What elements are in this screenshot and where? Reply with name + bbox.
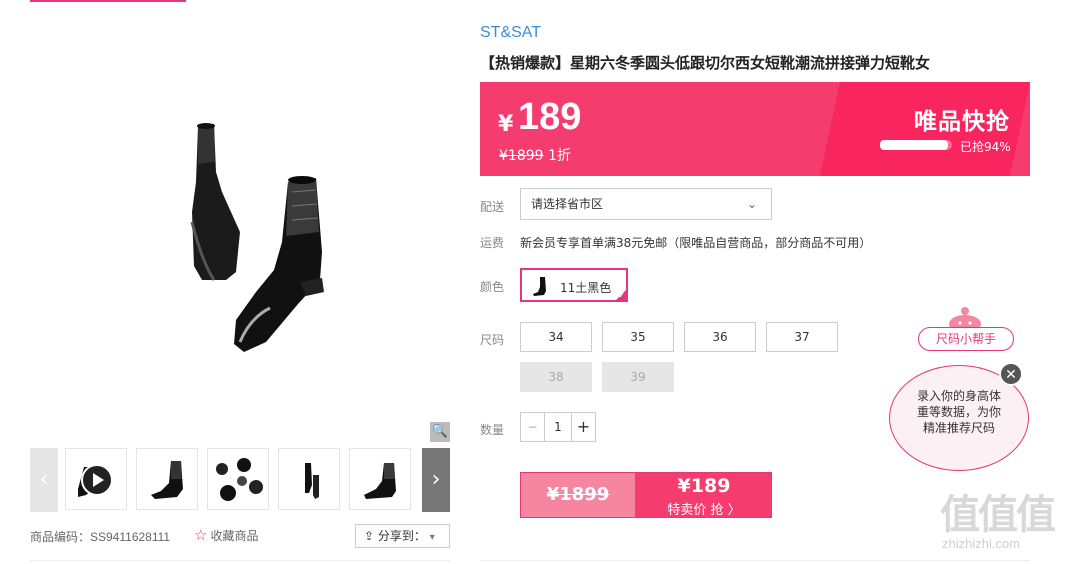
- chevron-down-icon: ▾: [429, 532, 435, 543]
- quantity-label: 数量: [480, 423, 505, 437]
- top-accent-line: [30, 0, 186, 2]
- chevron-right-icon[interactable]: ›: [422, 448, 450, 512]
- thumbnail-image[interactable]: [136, 448, 198, 510]
- product-meta-row: 商品编码：SS9411628111 ☆ 收藏商品 ⇪ 分享到： ▾: [30, 524, 450, 550]
- size-option[interactable]: 37: [766, 322, 838, 352]
- divider: [480, 560, 1030, 561]
- thumbnail-image[interactable]: [278, 448, 340, 510]
- event-logo: 唯品快抢: [914, 109, 1010, 135]
- size-option-disabled: 38: [520, 362, 592, 392]
- main-product-image[interactable]: [30, 22, 450, 444]
- currency-symbol: ¥: [498, 112, 514, 137]
- watermark-logo: 值值值: [940, 492, 1056, 538]
- buy-action-label: 特卖价 抢 〉: [667, 503, 741, 518]
- check-icon: ✓: [618, 291, 625, 300]
- size-option-disabled: 39: [602, 362, 674, 392]
- size-label: 尺码: [480, 333, 505, 347]
- zoom-icon[interactable]: 🔍: [430, 422, 450, 442]
- chevron-left-icon[interactable]: ‹: [30, 448, 58, 512]
- close-icon[interactable]: ✕: [999, 362, 1023, 386]
- chevron-down-icon: ⌄: [746, 197, 757, 211]
- original-price: ¥1899: [499, 148, 544, 164]
- watermark-url: zhizhizhi.com: [942, 536, 1021, 551]
- size-helper-text-3: 精准推荐尺码: [922, 421, 995, 435]
- size-helper-text-1: 录入你的身高体: [916, 389, 1001, 403]
- original-price-row: ¥1899 1折: [499, 145, 571, 165]
- sold-progress-fill: [880, 140, 948, 150]
- discount-label: 1折: [548, 148, 571, 164]
- share-button[interactable]: ⇪ 分享到： ▾: [355, 524, 450, 548]
- price-banner: ¥ 189 ¥1899 1折 唯品快抢 已抢94%: [480, 82, 1030, 176]
- quantity-input[interactable]: 1: [545, 413, 571, 441]
- buy-original-price: ¥1899: [546, 484, 610, 505]
- buy-price: ¥189: [677, 475, 731, 497]
- color-option-label: 11土黑色: [560, 281, 612, 295]
- favorite-button[interactable]: ☆ 收藏商品: [194, 526, 258, 544]
- quantity-decrease-button[interactable]: −: [521, 413, 545, 441]
- shipping-label: 运费: [480, 236, 505, 250]
- quantity-increase-button[interactable]: +: [571, 413, 595, 441]
- favorite-label: 收藏商品: [210, 529, 259, 543]
- product-title: 【热销爆款】星期六冬季圆头低跟切尔西女短靴潮流拼接弹力短靴女: [480, 54, 931, 72]
- sold-progress-bar: [880, 140, 952, 150]
- size-helper-tag[interactable]: 尺码小帮手: [918, 327, 1014, 351]
- size-option[interactable]: 36: [684, 322, 756, 352]
- quantity-stepper: − 1 +: [520, 412, 596, 442]
- sale-price: 189: [518, 96, 582, 138]
- thumbnail-strip: ‹ ›: [30, 448, 450, 512]
- buy-original-price-block: ¥1899: [521, 473, 635, 517]
- size-helper-text-2: 重等数据，为你: [916, 405, 1001, 419]
- thumbnail-video[interactable]: [65, 448, 127, 510]
- region-select[interactable]: 请选择省市区 ⌄: [520, 188, 772, 220]
- brand-link[interactable]: ST&SAT: [480, 24, 541, 42]
- share-label: 分享到：: [377, 529, 426, 543]
- divider: [30, 560, 450, 561]
- size-option[interactable]: 34: [520, 322, 592, 352]
- thumbnail-image[interactable]: [349, 448, 411, 510]
- site-watermark: 值值值 zhizhizhi.com: [940, 482, 1082, 552]
- share-icon: ⇪: [364, 529, 375, 543]
- region-placeholder: 请选择省市区: [531, 197, 604, 211]
- delivery-label: 配送: [480, 200, 505, 214]
- star-icon: ☆: [194, 526, 208, 544]
- color-option-selected[interactable]: 11土黑色 ✓: [520, 268, 628, 302]
- color-swatch-image: [533, 277, 546, 296]
- boots-illustration: [190, 123, 324, 352]
- product-code: 商品编码：SS9411628111: [30, 530, 171, 544]
- buy-now-button[interactable]: ¥1899 ¥189 特卖价 抢 〉: [520, 472, 772, 518]
- shipping-text: 新会员专享首单满38元免邮（限唯品自营商品，部分商品不可用）: [520, 236, 872, 250]
- color-label: 颜色: [480, 280, 505, 294]
- sold-percentage: 已抢94%: [960, 140, 1011, 154]
- thumbnail-image[interactable]: [207, 448, 269, 510]
- size-option[interactable]: 35: [602, 322, 674, 352]
